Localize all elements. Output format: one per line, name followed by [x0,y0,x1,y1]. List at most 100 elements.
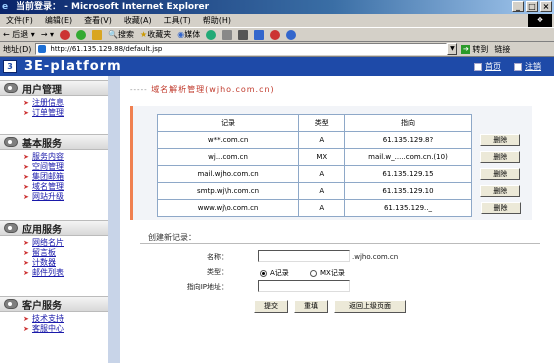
table-row: mail.wjho.com.cn A 61.135.129.15 删除 [156,165,530,183]
name-label: 名称： [207,253,228,261]
back-arrow-icon: ← [3,30,10,39]
links-button[interactable]: 链接 [494,44,510,55]
type-cell: A [298,199,346,217]
home-link-icon [474,62,482,71]
windows-logo-icon: ❖ [528,14,552,27]
logout-link[interactable]: 注销 [514,61,541,72]
reset-button[interactable]: 重填 [294,300,328,313]
table-row: w**.com.cn A 61.135.129.8? 删除 [156,131,530,149]
window-title: 当前登录： - Microsoft Internet Explorer [16,2,210,12]
column-header-target: 指向 [344,114,472,132]
forward-button[interactable]: → ▾ [41,30,54,39]
sidebar-item-group-mailbox[interactable]: 集团邮箱 [23,172,108,182]
sidebar-item-order-management[interactable]: 订单管理 [23,108,108,118]
menu-file[interactable]: 文件(F) [6,15,33,26]
dns-records-panel: 记录 类型 指向 w**.com.cn A 61.135.129.8? 删除 w… [130,106,532,220]
stop-icon[interactable] [60,29,71,40]
type-a-radio[interactable]: A记录 [260,268,289,278]
sidebar-item-mailing-list[interactable]: 邮件列表 [23,268,108,278]
target-cell: 61.135.129.._ [344,199,472,217]
column-header-record: 记录 [156,114,300,132]
site-logo-icon: 3 [3,60,17,73]
table-header-row: 记录 类型 指向 [156,114,530,132]
delete-button[interactable]: 删除 [480,168,521,180]
table-row: www.wj\o.com.cn A 61.135.129.._ 删除 [156,199,530,217]
sidebar-item-register-info[interactable]: 注册信息 [23,98,108,108]
delete-button[interactable]: 删除 [480,134,521,146]
table-row: wj...com.cn MX mail.w_.....com.cn.(10) 删… [156,148,530,166]
search-button[interactable]: 🔍搜索 [108,29,134,40]
record-cell: w**.com.cn [156,131,300,149]
address-dropdown-icon[interactable]: ▼ [447,43,458,55]
maximize-button[interactable]: □ [526,1,538,12]
sidebar-section-apps: 应用服务 网络名片 留言板 计数器 邮件列表 [0,220,108,278]
delete-button[interactable]: 删除 [480,185,521,197]
messenger-icon[interactable] [270,29,281,40]
menu-favorites[interactable]: 收藏(A) [124,15,152,26]
sidebar-item-service-center[interactable]: 客服中心 [23,324,108,334]
submit-button[interactable]: 提交 [254,300,288,313]
menu-bar: 文件(F) 编辑(E) 查看(V) 收藏(A) 工具(T) 帮助(H) ❖ [0,14,554,27]
ip-input[interactable] [258,280,350,292]
menu-tools[interactable]: 工具(T) [164,15,191,26]
record-cell: wj...com.cn [156,148,300,166]
section-bullet-icon [4,299,18,309]
delete-button[interactable]: 删除 [480,151,521,163]
discuss-icon[interactable] [286,29,297,40]
menu-edit[interactable]: 编辑(E) [45,15,72,26]
delete-button[interactable]: 删除 [480,202,521,214]
target-cell: 61.135.129.10 [344,182,472,200]
sidebar-item-domain-management[interactable]: 域名管理 [23,182,108,192]
refresh-icon[interactable] [76,29,87,40]
address-input[interactable]: http://61.135.129.88/default.jsp [35,43,448,55]
sidebar-scrollbar[interactable] [108,76,120,363]
print-icon[interactable] [238,29,249,40]
sidebar-section-user: 用户管理 注册信息 订单管理 [0,80,108,118]
mail-icon[interactable] [222,29,233,40]
favorites-button[interactable]: ★收藏夹 [140,29,171,40]
sidebar-item-site-upgrade[interactable]: 网站升级 [23,192,108,202]
dns-records-table: 记录 类型 指向 w**.com.cn A 61.135.129.8? 删除 w… [156,114,530,217]
radio-selected-icon [260,269,267,277]
go-arrow-icon: ➔ [461,44,471,54]
sidebar-item-service-content[interactable]: 服务内容 [23,152,108,162]
menu-view[interactable]: 查看(V) [84,15,112,26]
go-button[interactable]: ➔ 转到 [461,44,488,55]
sidebar-item-business-card[interactable]: 网络名片 [23,238,108,248]
logout-link-icon [514,62,522,71]
target-cell: 61.135.129.15 [344,165,472,183]
page-title: ----- 域名解析管理(wjho.com.cn) [130,85,275,94]
close-button[interactable]: × [540,1,552,12]
home-link[interactable]: 首页 [474,61,501,72]
table-row: smtp.wj\h.com.cn A 61.135.129.10 删除 [156,182,530,200]
type-mx-radio[interactable]: MX记录 [310,268,345,278]
home-icon[interactable] [92,29,103,40]
type-cell: A [298,131,346,149]
sidebar-item-guestbook[interactable]: 留言板 [23,248,108,258]
menu-help[interactable]: 帮助(H) [203,15,231,26]
media-button[interactable]: ◉媒体 [177,29,200,40]
back-to-parent-button[interactable]: 返回上级页面 [334,300,406,313]
sidebar-item-space-management[interactable]: 空间管理 [23,162,108,172]
browser-toolbar: ← 后退 ▾ → ▾ 🔍搜索 ★收藏夹 ◉媒体 [0,27,554,42]
column-header-type: 类型 [298,114,346,132]
edit-icon[interactable] [254,29,265,40]
radio-unselected-icon [310,269,317,277]
record-cell: www.wj\o.com.cn [156,199,300,217]
domain-suffix: .wjho.com.cn [352,253,399,261]
minimize-button[interactable]: _ [512,1,524,12]
name-input[interactable] [258,250,350,262]
window-titlebar: e 当前登录： - Microsoft Internet Explorer _ … [0,0,554,14]
record-cell: mail.wjho.com.cn [156,165,300,183]
ip-label: 指向IP地址： [186,283,228,291]
target-cell: mail.w_.....com.cn.(10) [344,148,472,166]
sidebar-item-counter[interactable]: 计数器 [23,258,108,268]
address-bar: 地址(D) http://61.135.129.88/default.jsp ▼… [0,42,554,57]
back-button[interactable]: ← 后退 ▾ [3,29,35,40]
divider [140,243,540,244]
history-icon[interactable] [206,29,217,40]
ie-logo-icon: e [2,2,9,12]
type-cell: MX [298,148,346,166]
type-cell: A [298,165,346,183]
sidebar-item-tech-support[interactable]: 技术支持 [23,314,108,324]
